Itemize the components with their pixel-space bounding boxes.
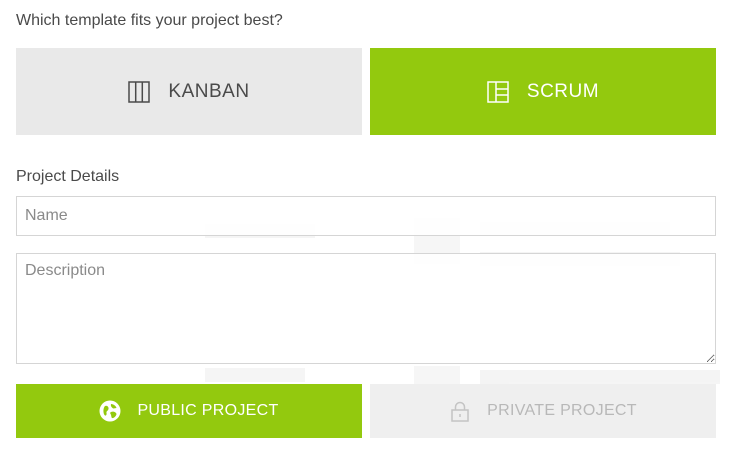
- scrum-template-button[interactable]: SCRUM: [370, 48, 716, 135]
- background-line: [480, 370, 720, 384]
- public-project-label: PUBLIC PROJECT: [137, 402, 279, 419]
- project-details-label: Project Details: [16, 168, 120, 185]
- kanban-columns-icon: [128, 80, 151, 103]
- kanban-template-label: KANBAN: [168, 80, 250, 102]
- private-project-label: PRIVATE PROJECT: [487, 402, 637, 419]
- template-question: Which template fits your project best?: [16, 12, 283, 29]
- private-project-button[interactable]: PRIVATE PROJECT: [370, 384, 716, 438]
- lock-icon: [449, 400, 471, 422]
- background-line: [205, 368, 305, 382]
- scrum-template-label: SCRUM: [526, 80, 600, 102]
- scrum-board-icon: [487, 80, 509, 103]
- globe-icon: [99, 400, 121, 422]
- project-description-input[interactable]: [16, 253, 716, 364]
- project-name-input[interactable]: [16, 196, 716, 236]
- public-project-button[interactable]: PUBLIC PROJECT: [16, 384, 362, 438]
- kanban-template-button[interactable]: KANBAN: [16, 48, 362, 135]
